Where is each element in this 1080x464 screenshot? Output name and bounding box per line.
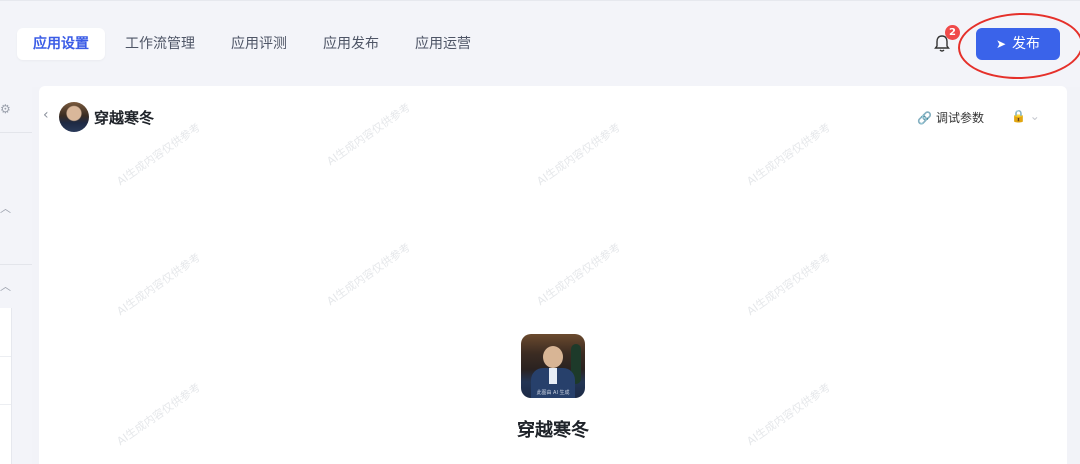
app-title: 穿越寒冬: [94, 109, 155, 127]
publish-label: 发布: [1012, 36, 1041, 52]
avatar-face: [543, 346, 563, 368]
lock-icon: 🔒: [1011, 109, 1026, 123]
tab-app-evaluation[interactable]: 应用评测: [215, 28, 303, 60]
top-bar: 应用设置 工作流管理 应用评测 应用发布 应用运营 2 ➤ 发布: [0, 0, 1080, 87]
watermark: AI生成内容仅供参考: [324, 100, 413, 169]
tab-workflow-management[interactable]: 工作流管理: [109, 28, 211, 60]
debug-params-button[interactable]: 🔗 调试参数: [917, 109, 984, 126]
watermark: AI生成内容仅供参考: [114, 250, 203, 319]
notification-badge: 2: [945, 25, 960, 40]
publish-button[interactable]: ➤ 发布: [976, 28, 1060, 60]
tab-app-publish[interactable]: 应用发布: [307, 28, 395, 60]
watermark: AI生成内容仅供参考: [744, 250, 833, 319]
tab-app-operations[interactable]: 应用运营: [399, 28, 487, 60]
chevron-up-icon[interactable]: ︿: [0, 278, 11, 294]
watermark: AI生成内容仅供参考: [114, 120, 203, 189]
subpanel-divider: [0, 404, 11, 405]
tab-bar: 应用设置 工作流管理 应用评测 应用发布 应用运营: [17, 28, 491, 60]
watermark: AI生成内容仅供参考: [534, 240, 623, 309]
app-name: 穿越寒冬: [517, 420, 589, 441]
chevron-up-icon[interactable]: ︿: [0, 200, 11, 216]
watermark: AI生成内容仅供参考: [744, 120, 833, 189]
app-avatar: 此图由 AI 生成: [521, 334, 585, 398]
gear-icon[interactable]: ⚙: [0, 102, 11, 116]
lock-dropdown[interactable]: 🔒 ⌄: [1011, 109, 1040, 123]
watermark: AI生成内容仅供参考: [534, 120, 623, 189]
chevron-down-icon: ⌄: [1029, 109, 1040, 123]
subpanel-divider: [0, 356, 11, 357]
send-icon: ➤: [995, 37, 1007, 51]
sidebar-subpanel: [0, 308, 12, 464]
watermark: AI生成内容仅供参考: [324, 240, 413, 309]
avatar-caption: 此图由 AI 生成: [536, 390, 570, 396]
debug-params-label: 调试参数: [935, 111, 984, 125]
sidebar-divider: [0, 264, 32, 265]
avatar: [59, 102, 89, 132]
link-icon: 🔗: [917, 111, 932, 125]
sidebar-divider: [0, 132, 32, 133]
avatar-shirt: [549, 368, 557, 384]
chevron-left-icon[interactable]: ‹: [43, 107, 49, 123]
preview-card: ‹ 穿越寒冬 🔗 调试参数 🔒 ⌄ AI生成内容仅供参考 AI生成内容仅供参考 A…: [39, 86, 1067, 464]
tab-app-settings[interactable]: 应用设置: [17, 28, 105, 60]
